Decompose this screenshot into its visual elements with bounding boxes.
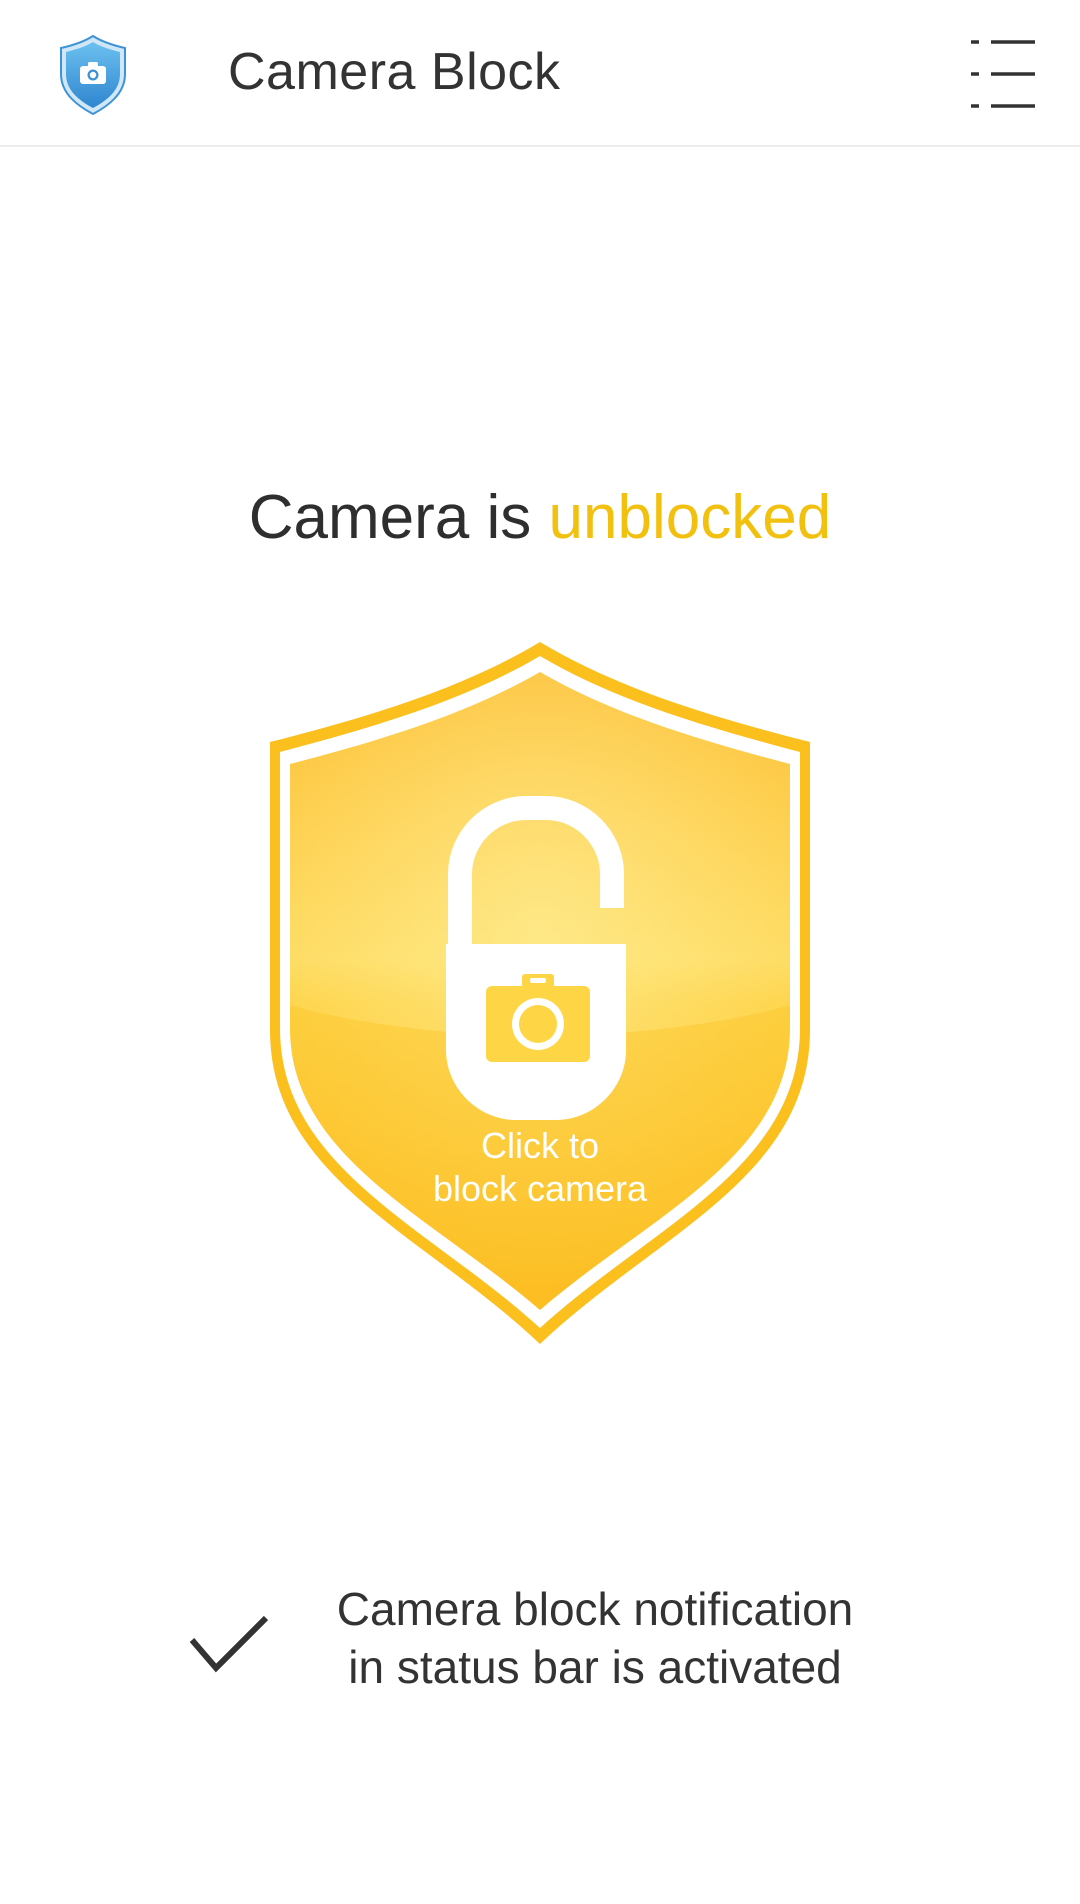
notification-line2: in status bar is activated: [348, 1641, 842, 1693]
notification-status-text: Camera block notification in status bar …: [290, 1580, 900, 1696]
camera-block-screen: Camera Block Camera is unblocked Click t…: [0, 0, 1080, 1904]
notification-line1: Camera block notification: [336, 1583, 854, 1635]
status-state: unblocked: [548, 483, 832, 552]
camera-status-heading: Camera is unblocked: [0, 478, 1080, 558]
status-prefix: Camera is: [248, 483, 549, 552]
app-title: Camera Block: [228, 43, 561, 101]
check-icon: [189, 1615, 269, 1673]
menu-button[interactable]: [955, 30, 1045, 120]
notification-status: Camera block notification in status bar …: [0, 1580, 1080, 1700]
shield-label-line1: Click to: [480, 1125, 600, 1166]
shield-graphic: [270, 642, 810, 1344]
shield-action-label: Click to block camera: [264, 1124, 816, 1210]
shield-label-line2: block camera: [432, 1168, 648, 1209]
block-camera-shield-button[interactable]: Click to block camera: [264, 638, 816, 1348]
list-menu-icon: [971, 40, 1035, 108]
app-bar: Camera Block: [0, 0, 1080, 147]
shield-camera-icon: [58, 34, 128, 116]
